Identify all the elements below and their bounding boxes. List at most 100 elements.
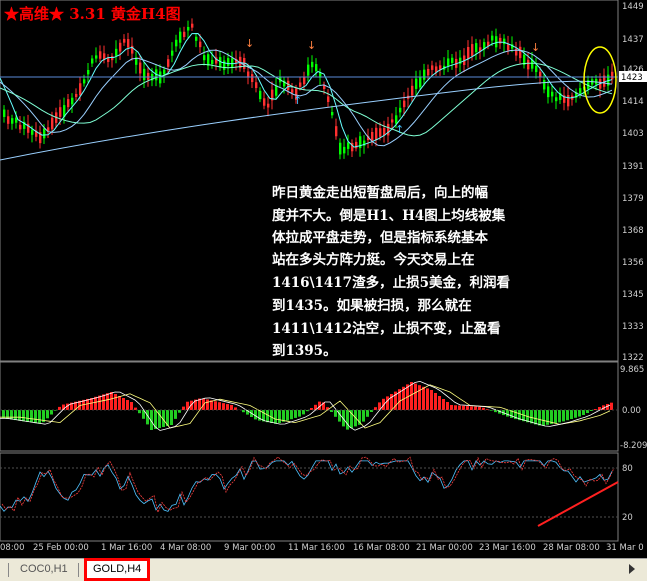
fractal-arrow-down-icon: ↓ (531, 41, 540, 54)
candle (255, 82, 258, 89)
macd-bar (458, 405, 461, 410)
macd-bar (30, 410, 33, 423)
macd-bar (274, 410, 277, 424)
macd-bar (114, 394, 117, 410)
candle (379, 128, 382, 137)
candle (91, 58, 94, 64)
stoch-tick-label: 80 (622, 464, 633, 474)
candle (51, 117, 54, 130)
candle (143, 68, 146, 81)
price-axis: 1449 1437 1426 1414 1403 1391 1379 1368 … (622, 2, 644, 363)
fractal-arrow-down-icon: ↓ (245, 37, 254, 50)
macd-bar (130, 402, 133, 410)
candle (227, 58, 230, 67)
macd-bar (14, 410, 17, 421)
candle (411, 85, 414, 96)
macd-bar (534, 410, 537, 425)
candle (163, 69, 166, 75)
macd-bar (90, 398, 93, 410)
candle (7, 116, 10, 124)
macd-bar (266, 410, 269, 423)
chart-tab-bar: COC0,H1 GOLD,H4 (0, 558, 647, 581)
price-tick-label: 1437 (622, 35, 644, 45)
commentary-line: 度并不大。倒是H1、H4图上均线被集 (272, 207, 506, 224)
commentary-line: 到1395。 (272, 343, 337, 359)
macd-bar (22, 410, 25, 422)
candle (375, 127, 378, 140)
candle (527, 59, 530, 70)
macd-axis: 9.865 0.00 -8.209 (620, 365, 647, 451)
macd-bar (578, 410, 581, 417)
candle (179, 31, 182, 43)
commentary-line: 站在多头方阵力挺。今天交易上在 (272, 251, 475, 268)
candle (403, 100, 406, 108)
macd-bar (554, 410, 557, 424)
candle (451, 57, 454, 64)
commentary-line: 体拉成平盘走势，但是指标系统基本 (272, 229, 488, 246)
chart-title: ★高维★ 3.31 黄金H4图 (4, 5, 181, 23)
chart-area[interactable]: ↓ ↓ ↓ ↑ ↑ ★高维★ 3.31 黄金H4图 昨日黄金走出短暂盘局后，向上… (0, 0, 647, 558)
macd-bar (294, 410, 297, 418)
macd-bar (442, 399, 445, 410)
macd-bar (298, 410, 301, 417)
candle (99, 51, 102, 59)
candle (579, 88, 582, 94)
candle (311, 61, 314, 68)
candle (251, 74, 254, 83)
macd-bar (434, 393, 437, 410)
macd-bar (414, 383, 417, 410)
tab-gold-h4[interactable]: GOLD,H4 (84, 558, 151, 581)
scroll-right-icon[interactable] (629, 564, 635, 574)
fractal-arrow-up-icon: ↑ (395, 123, 404, 136)
macd-bar (362, 410, 365, 422)
candle (495, 36, 498, 48)
candle (475, 43, 478, 53)
candle (223, 60, 226, 70)
candle (423, 69, 426, 80)
time-tick-label: 9 Mar 00:00 (224, 543, 275, 553)
macd-bar (226, 404, 229, 410)
candle (291, 89, 294, 93)
time-tick-label: 16 Mar 08:00 (353, 543, 410, 553)
macd-bar (102, 394, 105, 410)
macd-bar (10, 410, 13, 420)
candle (43, 128, 46, 139)
candle (195, 36, 198, 41)
candle (503, 38, 506, 45)
macd-bar (118, 396, 121, 410)
macd-bar (450, 405, 453, 410)
macd-bar (34, 410, 37, 424)
candle (203, 55, 206, 61)
candle (343, 146, 346, 154)
tab-coc0-h1[interactable]: COC0,H1 (14, 561, 74, 578)
candle (115, 48, 118, 56)
candle (399, 107, 402, 113)
macd-bar (566, 410, 569, 421)
time-tick-label: 25 Feb 00:00 (33, 543, 89, 553)
time-tick-label: 11 Mar 16:00 (288, 543, 345, 553)
macd-bar (18, 410, 21, 421)
macd-bar (218, 402, 221, 410)
candle (371, 131, 374, 141)
candle (347, 142, 350, 149)
macd-bar (558, 410, 561, 423)
time-tick-label: 31 Mar 0 (606, 543, 644, 553)
price-tick-label: 1391 (622, 162, 644, 172)
macd-tick-label: 9.865 (620, 365, 644, 375)
time-tick-label: 4 Mar 08:00 (160, 543, 211, 553)
macd-bar (538, 410, 541, 426)
macd-bar (582, 410, 585, 415)
macd-bar (462, 405, 465, 410)
macd-bar (126, 400, 129, 410)
candle (543, 80, 546, 90)
stoch-panel[interactable] (0, 452, 619, 542)
candle (431, 65, 434, 70)
time-tick-label: 08:00 (0, 543, 25, 553)
macd-bar (426, 388, 429, 410)
candle (307, 64, 310, 76)
fractal-arrow-up-icon: ↑ (293, 94, 302, 107)
macd-bar (106, 393, 109, 410)
macd-bar (418, 385, 421, 410)
candle (335, 126, 338, 137)
macd-bar (366, 410, 369, 417)
